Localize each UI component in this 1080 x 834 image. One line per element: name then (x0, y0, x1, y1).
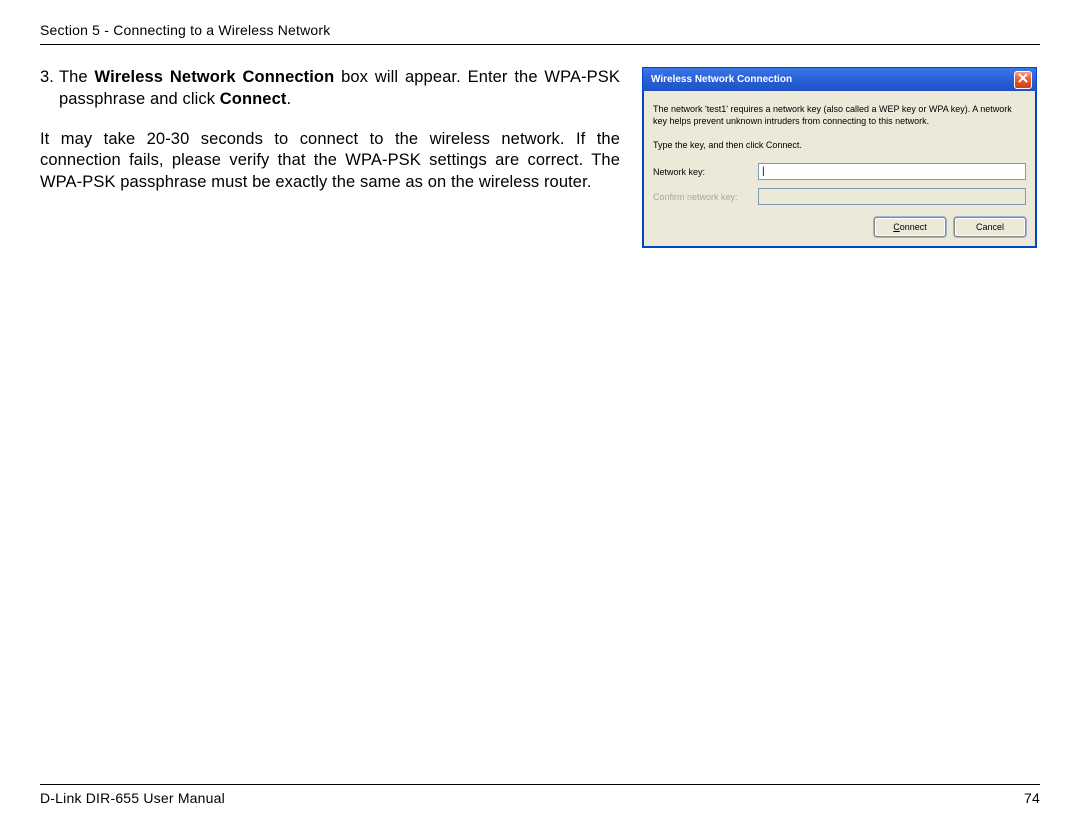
step-lead: The (59, 68, 95, 86)
confirm-key-input[interactable] (758, 188, 1026, 205)
dialog-titlebar: Wireless Network Connection (643, 68, 1036, 91)
footer-manual-name: D-Link DIR-655 User Manual (40, 790, 225, 806)
dialog-description: The network 'test1' requires a network k… (653, 103, 1026, 127)
step-end: . (286, 90, 291, 108)
connect-button[interactable]: Connect (874, 217, 946, 237)
wireless-connection-dialog: Wireless Network Connection The network … (642, 67, 1037, 248)
cancel-label: Cancel (976, 221, 1004, 233)
step-bold-1: Wireless Network Connection (95, 68, 335, 86)
step-bold-2: Connect (220, 90, 287, 108)
cancel-button[interactable]: Cancel (954, 217, 1026, 237)
step-3-text: 3. The Wireless Network Connection box w… (40, 67, 620, 111)
network-key-label: Network key: (653, 166, 758, 178)
section-header: Section 5 - Connecting to a Wireless Net… (40, 22, 1040, 45)
step-number: 3. (40, 67, 59, 111)
close-button[interactable] (1014, 71, 1032, 89)
dialog-instruction: Type the key, and then click Connect. (653, 139, 1026, 151)
close-icon (1018, 73, 1028, 86)
page-number: 74 (1024, 790, 1040, 806)
network-key-input[interactable]: | (758, 163, 1026, 180)
explanation-paragraph: It may take 20-30 seconds to connect to … (40, 129, 620, 194)
confirm-key-label: Confirm network key: (653, 191, 758, 203)
dialog-title: Wireless Network Connection (651, 74, 792, 85)
connect-rest: onnect (900, 222, 927, 232)
